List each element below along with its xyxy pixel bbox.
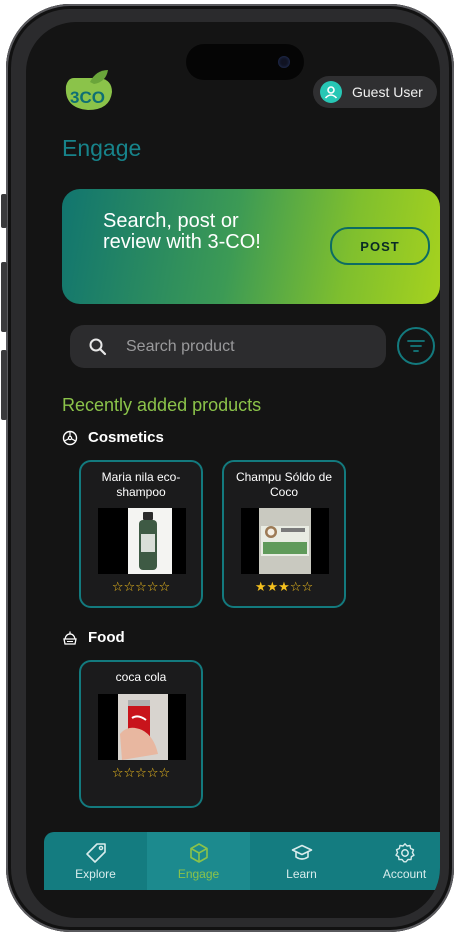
promo-banner: Search, post or review with 3-CO! POST [62, 189, 440, 304]
phone-volume-up-button [1, 262, 7, 332]
phone-side-button [1, 194, 7, 228]
nav-item-account[interactable]: Account [353, 832, 440, 890]
nav-label: Learn [286, 866, 317, 881]
product-image [241, 508, 329, 574]
phone-volume-down-button [1, 350, 7, 420]
nav-label: Engage [177, 866, 220, 881]
banner-text: Search, post or review with 3-CO! [103, 210, 261, 253]
user-avatar-icon [320, 81, 342, 103]
page-title: Engage [62, 135, 142, 161]
category-label: Cosmetics [88, 429, 164, 446]
product-card[interactable]: Champu Sóldo de Coco ★★★☆☆ [222, 460, 346, 608]
category-heading-food: Food [62, 629, 125, 646]
bottom-navigation: Explore Engage Learn Account [44, 832, 440, 890]
product-image [98, 694, 186, 760]
user-name: Guest User [352, 84, 423, 100]
product-name: coca cola [115, 670, 167, 684]
phone-frame: 3CO Guest User Engage Search, post or re… [1, 4, 454, 932]
search-icon [89, 338, 107, 355]
category-label: Food [88, 629, 125, 646]
category-heading-cosmetics: Cosmetics [62, 429, 164, 446]
product-card[interactable]: Maria nila eco-shampoo ☆☆☆☆☆ [79, 460, 203, 608]
product-name: Maria nila eco-shampoo [101, 470, 181, 499]
nav-label: Account [382, 866, 427, 881]
section-title-recent: Recently added products [62, 395, 262, 415]
search-placeholder: Search product [126, 337, 235, 355]
rating-stars: ☆☆☆☆☆ [111, 765, 171, 780]
gear-icon [394, 842, 415, 862]
product-name: Champu Sóldo de Coco [235, 470, 333, 499]
rating-stars: ★★★☆☆ [254, 579, 314, 594]
nav-item-engage[interactable]: Engage [147, 832, 250, 890]
tag-icon [85, 842, 106, 863]
nav-item-explore[interactable]: Explore [44, 832, 147, 890]
app-screen: 3CO Guest User Engage Search, post or re… [26, 22, 440, 918]
search-input[interactable]: Search product [70, 325, 386, 368]
post-button[interactable]: POST [330, 227, 430, 265]
nav-label: Explore [75, 866, 116, 881]
svg-text:3CO: 3CO [70, 88, 105, 107]
user-menu-chip[interactable]: Guest User [313, 76, 437, 108]
camera-icon [278, 56, 290, 68]
filter-button[interactable] [397, 327, 435, 365]
filter-icon [407, 340, 425, 352]
app-logo[interactable]: 3CO [60, 68, 116, 114]
cube-icon [189, 842, 208, 863]
product-image [98, 508, 186, 574]
graduation-cap-icon [291, 844, 312, 860]
food-icon [63, 631, 77, 645]
dynamic-island [186, 44, 304, 80]
nav-item-learn[interactable]: Learn [250, 832, 353, 890]
cosmetics-icon [62, 430, 78, 445]
rating-stars: ☆☆☆☆☆ [111, 579, 171, 594]
product-card[interactable]: coca cola ☆☆☆☆☆ [79, 660, 203, 808]
